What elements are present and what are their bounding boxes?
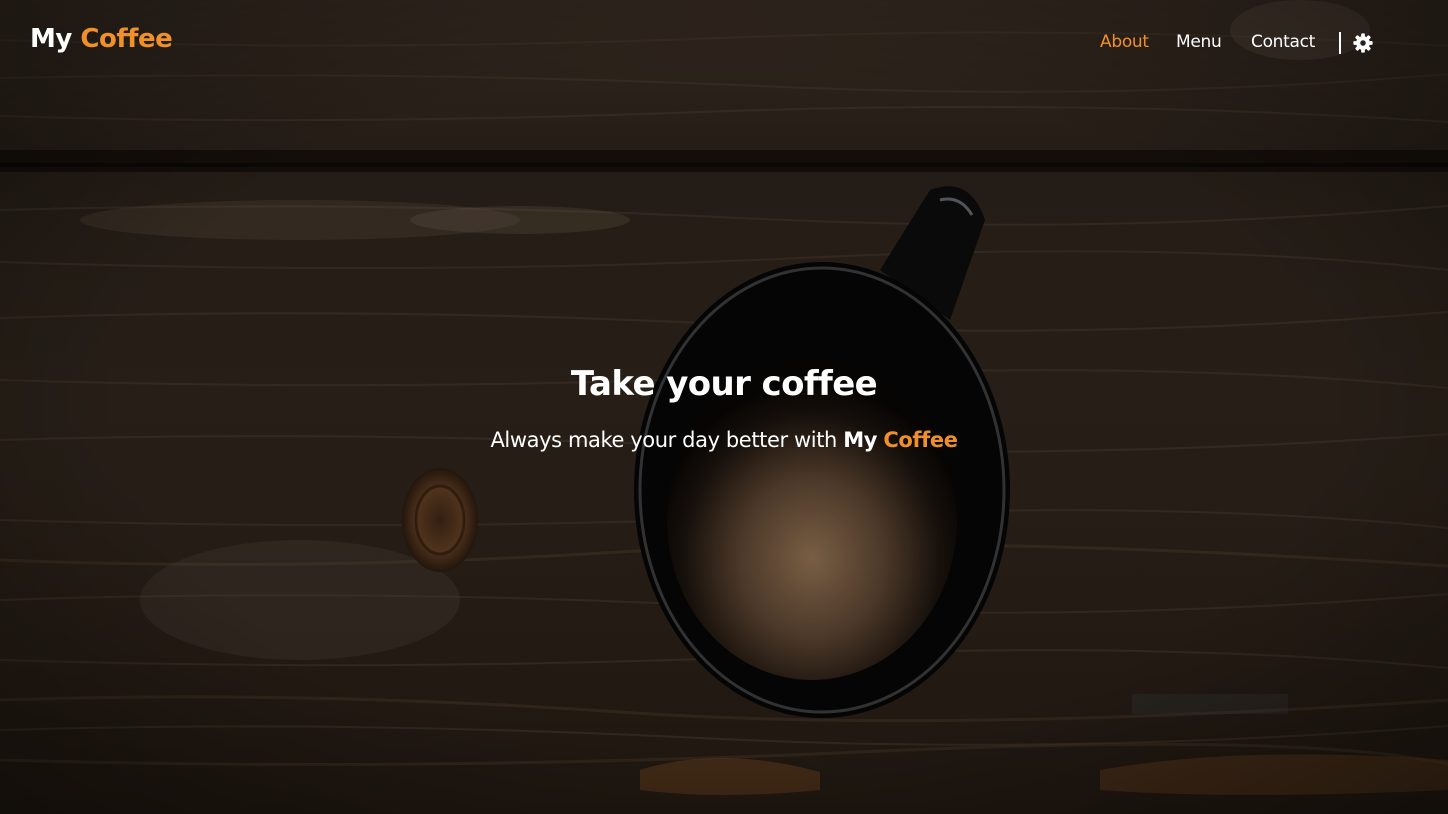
brand-logo-part1: My: [30, 24, 72, 54]
nav-item-contact[interactable]: Contact: [1251, 32, 1315, 52]
nav-item-menu[interactable]: Menu: [1176, 32, 1222, 52]
hero-subtitle-brand-part2: Coffee: [883, 428, 958, 452]
brand-logo-part2: Coffee: [80, 24, 173, 54]
hero-content: Take your coffee Always make your day be…: [0, 364, 1448, 452]
hero-subtitle: Always make your day better with My Coff…: [0, 428, 1448, 452]
main-nav: About Menu Contact: [1000, 32, 1448, 56]
site-header: My Coffee About Menu Contact: [0, 0, 1448, 86]
nav-item-about[interactable]: About: [1100, 32, 1149, 52]
gear-icon: [1353, 33, 1373, 53]
hero-title: Take your coffee: [570, 364, 878, 404]
settings-button[interactable]: [1352, 32, 1374, 54]
hero-subtitle-text: Always make your day better with: [490, 428, 837, 452]
nav-divider: [1339, 32, 1341, 54]
brand-logo[interactable]: My Coffee: [30, 24, 173, 54]
hero-subtitle-brand-part1: My: [843, 428, 878, 452]
hero-section: My Coffee About Menu Contact Take your c…: [0, 0, 1448, 814]
